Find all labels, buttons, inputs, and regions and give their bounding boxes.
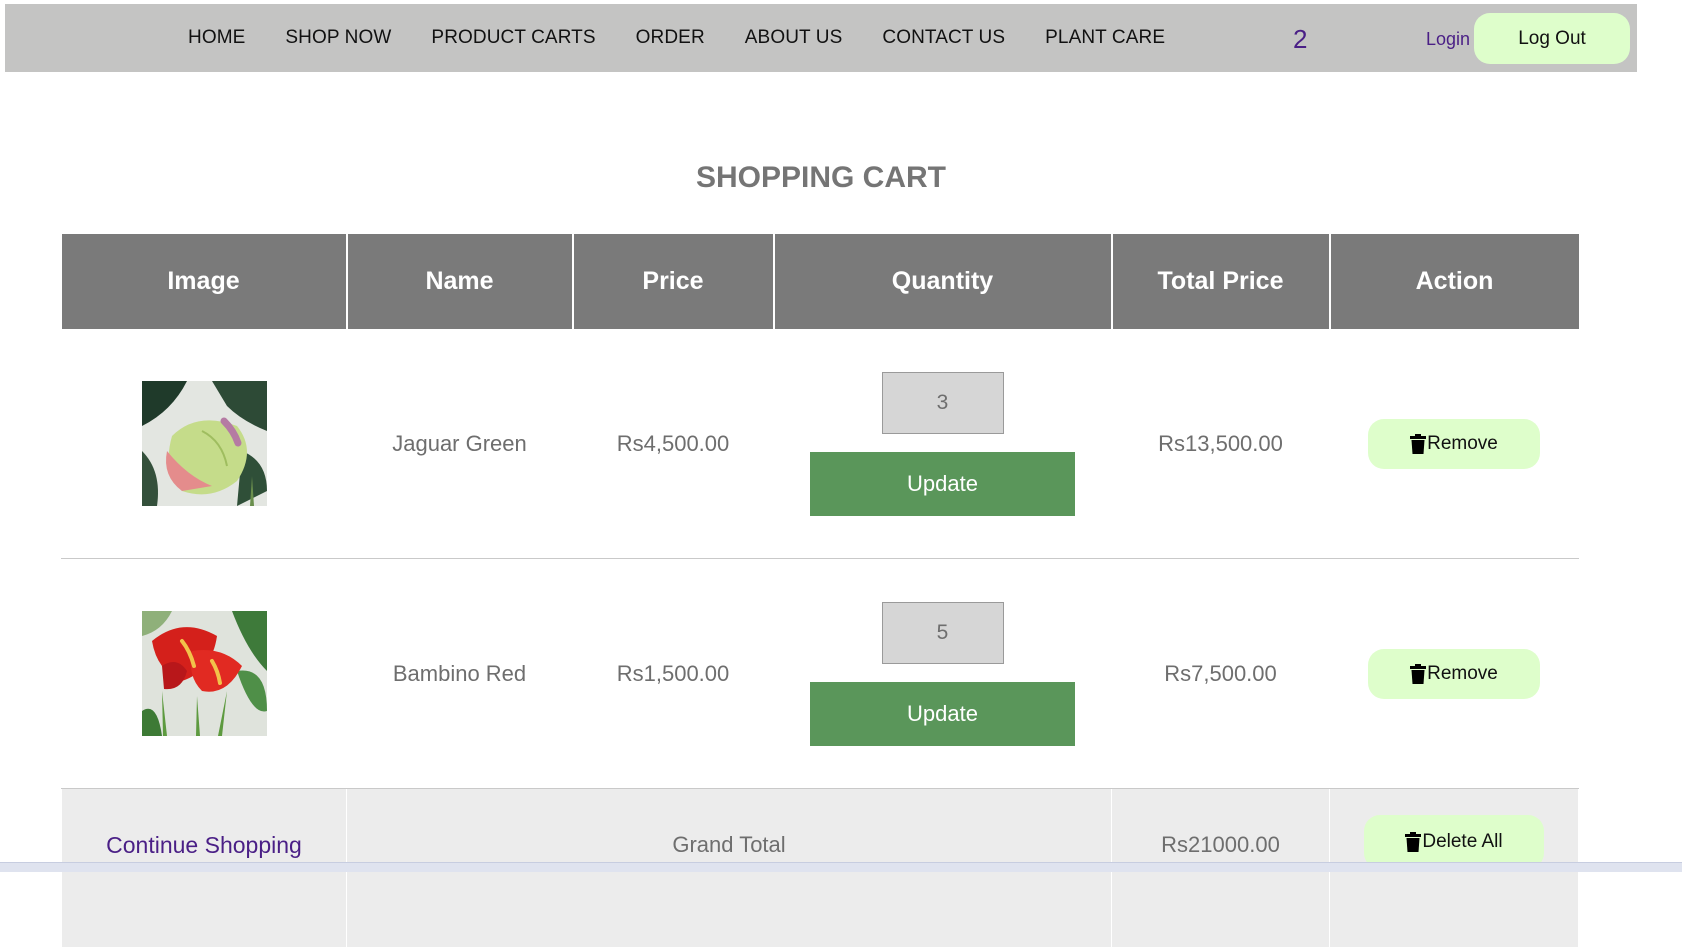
navbar: HOME SHOP NOW PRODUCT CARTS ORDER ABOUT …	[5, 4, 1637, 72]
update-button[interactable]: Update	[810, 452, 1075, 516]
update-button[interactable]: Update	[810, 682, 1075, 746]
anthurium-bambino-red-photo	[142, 611, 267, 736]
remove-label: Remove	[1427, 433, 1498, 455]
remove-button[interactable]: Remove	[1368, 419, 1540, 469]
remove-button[interactable]: Remove	[1368, 649, 1540, 699]
continue-shopping-link[interactable]: Continue Shopping	[106, 832, 302, 858]
cell-image	[62, 329, 347, 559]
trash-icon	[1405, 832, 1421, 852]
nav-shop-now[interactable]: SHOP NOW	[285, 27, 391, 49]
cell-quantity: Update	[774, 559, 1112, 789]
trash-icon	[1410, 434, 1426, 454]
cell-price: Rs1,500.00	[573, 559, 774, 789]
cart-count-badge[interactable]: 2	[1293, 24, 1307, 55]
nav-links: HOME SHOP NOW PRODUCT CARTS ORDER ABOUT …	[188, 4, 1205, 72]
nav-order[interactable]: ORDER	[636, 27, 705, 49]
cell-action: Remove	[1330, 329, 1579, 559]
cart-table: Image Name Price Quantity Total Price Ac…	[61, 234, 1579, 947]
quantity-input[interactable]	[882, 372, 1004, 434]
header-image: Image	[62, 234, 347, 329]
login-link[interactable]: Login	[1426, 29, 1470, 50]
cell-image	[62, 559, 347, 789]
cell-total: Rs7,500.00	[1112, 559, 1330, 789]
cell-name: Jaguar Green	[347, 329, 573, 559]
table-row: Bambino Red Rs1,500.00 Update Rs7,500.00…	[62, 559, 1579, 789]
cell-name: Bambino Red	[347, 559, 573, 789]
nav-home[interactable]: HOME	[188, 27, 245, 49]
header-price: Price	[573, 234, 774, 329]
cell-total: Rs13,500.00	[1112, 329, 1330, 559]
logout-button[interactable]: Log Out	[1474, 13, 1630, 64]
quantity-input[interactable]	[882, 602, 1004, 664]
header-total-price: Total Price	[1112, 234, 1330, 329]
header-quantity: Quantity	[774, 234, 1112, 329]
nav-plant-care[interactable]: PLANT CARE	[1045, 27, 1165, 49]
page-title: SHOPPING CART	[0, 161, 1642, 195]
cell-quantity: Update	[774, 329, 1112, 559]
delete-all-button[interactable]: Delete All	[1364, 815, 1544, 869]
cell-action: Remove	[1330, 559, 1579, 789]
nav-product-carts[interactable]: PRODUCT CARTS	[431, 27, 595, 49]
table-row: Jaguar Green Rs4,500.00 Update Rs13,500.…	[62, 329, 1579, 559]
table-header-row: Image Name Price Quantity Total Price Ac…	[62, 234, 1579, 329]
remove-label: Remove	[1427, 663, 1498, 685]
nav-contact-us[interactable]: CONTACT US	[882, 27, 1005, 49]
nav-about-us[interactable]: ABOUT US	[745, 27, 843, 49]
header-name: Name	[347, 234, 573, 329]
delete-all-label: Delete All	[1422, 831, 1502, 853]
cell-price: Rs4,500.00	[573, 329, 774, 559]
trash-icon	[1410, 664, 1426, 684]
header-action: Action	[1330, 234, 1579, 329]
anthurium-jaguar-green-photo	[142, 381, 267, 506]
